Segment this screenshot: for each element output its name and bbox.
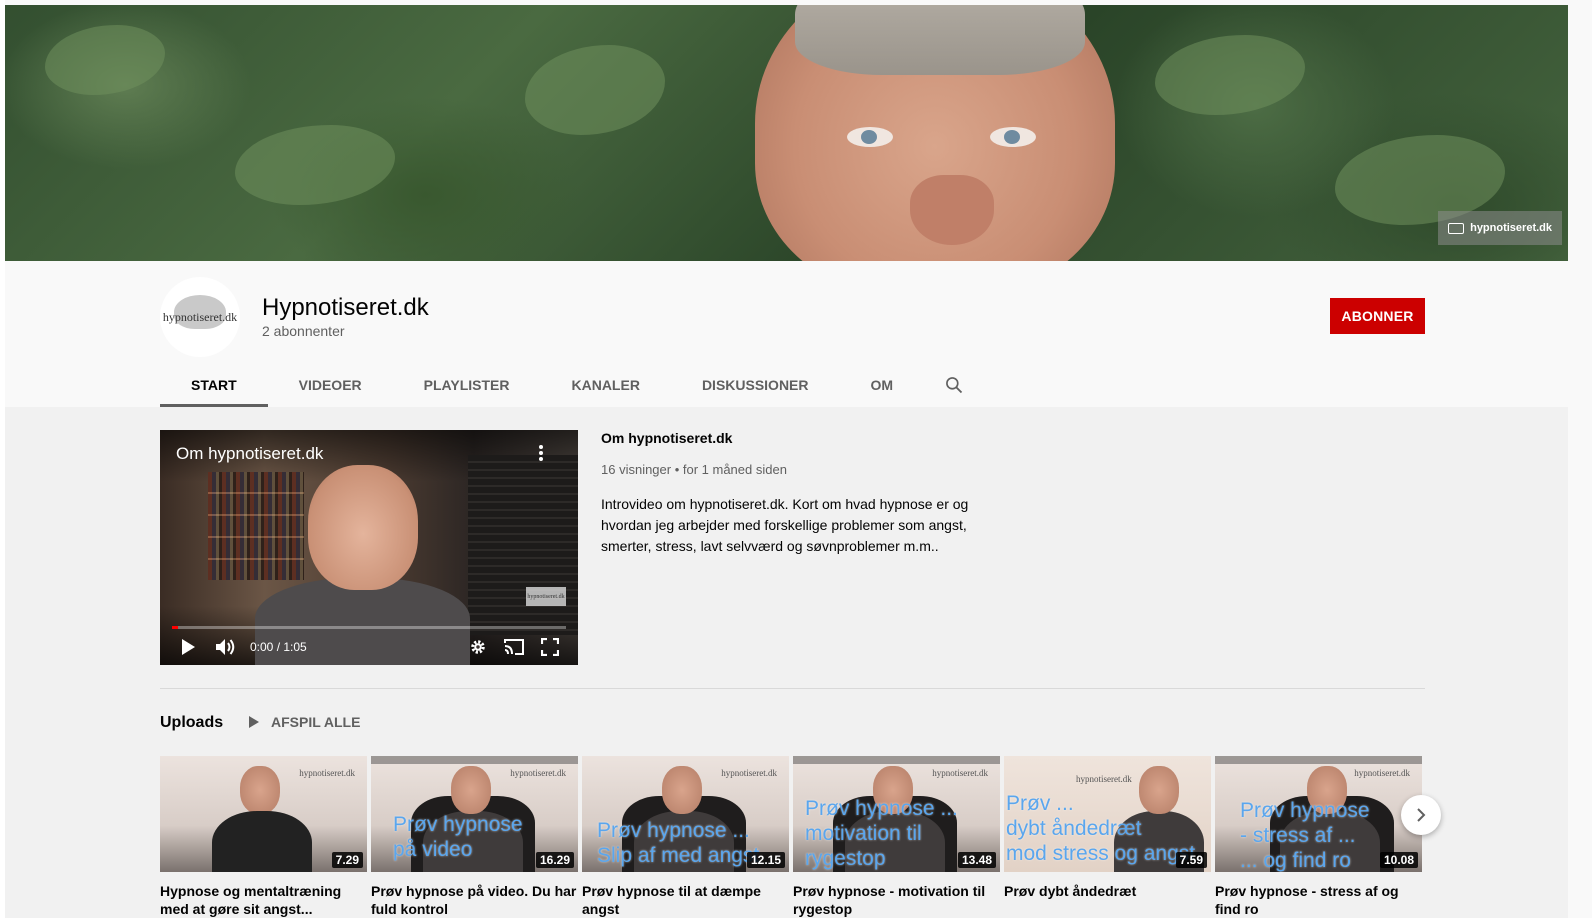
subscriber-count: 2 abonnenter (262, 323, 345, 339)
thumb-person-head (240, 766, 280, 814)
thumb-overlay-text: Prøv hypnose ... motivation til rygestop (805, 797, 958, 870)
thumb-person-head (662, 766, 702, 814)
channel-header: hypnotiseret.dk Hypnotiseret.dk 2 abonne… (5, 261, 1568, 407)
more-vert-icon[interactable] (534, 443, 548, 463)
tab-start[interactable]: START (160, 362, 268, 407)
video-card[interactable]: hypnotiseret.dk Prøv hypnose ... motivati… (793, 756, 1000, 918)
thumb-overlay-text: Prøv hypnose ... Slip af med angst (597, 819, 760, 867)
banner-hair (795, 5, 1085, 75)
shelf-next-button[interactable] (1401, 795, 1441, 835)
thumb-logo: hypnotiseret.dk (721, 768, 777, 778)
banner-watermark-text: hypnotiseret.dk (1470, 222, 1552, 234)
player-right-controls (466, 635, 562, 659)
video-card[interactable]: hypnotiseret.dk Prøv ... dybt åndedræt mod… (1004, 756, 1211, 918)
thumb-person-head (451, 766, 491, 814)
video-duration: 16.29 (535, 852, 574, 868)
cast-icon[interactable] (502, 635, 526, 659)
banner-eye-right (990, 127, 1036, 147)
video-duration: 7.29 (331, 852, 363, 868)
fullscreen-icon[interactable] (538, 635, 562, 659)
thumb-logo: hypnotiseret.dk (510, 768, 566, 778)
video-thumbnail[interactable]: hypnotiseret.dk Prøv ... dybt åndedræt mod… (1004, 756, 1211, 872)
video-card[interactable]: hypnotiseret.dk Prøv hypnose - stress af … (1215, 756, 1422, 918)
video-card[interactable]: hypnotiseret.dk Prøv hypnose på video 16.… (371, 756, 578, 918)
tab-videos[interactable]: VIDEOER (268, 362, 393, 407)
avatar-text: hypnotiseret.dk (162, 309, 238, 324)
section-divider (160, 688, 1425, 689)
tab-channels[interactable]: KANALER (540, 362, 670, 407)
video-title[interactable]: Prøv dybt åndedræt (1004, 882, 1211, 918)
channel-title: Hypnotiseret.dk (262, 294, 429, 321)
video-duration: 10.08 (1379, 852, 1418, 868)
player-title[interactable]: Om hypnotiseret.dk (176, 444, 323, 464)
thumb-person-body (212, 811, 312, 872)
volume-icon[interactable] (214, 635, 238, 659)
banner-watermark[interactable]: hypnotiseret.dk (1438, 211, 1562, 245)
banner-foliage (1155, 35, 1305, 115)
player-controls: 0:00 / 1:05 (160, 629, 578, 665)
featured-video-meta: 16 visninger • for 1 måned siden (601, 462, 787, 477)
subscribe-button[interactable]: ABONNER (1330, 298, 1425, 334)
banner-nose (910, 175, 994, 245)
thumb-logo: hypnotiseret.dk (299, 768, 355, 778)
player-watermark[interactable]: hypnotiseret.dk (526, 587, 566, 606)
thumb-overlay-text: Prøv hypnose på video (393, 813, 523, 861)
banner-foliage (525, 45, 665, 135)
video-title[interactable]: Prøv hypnose - motivation til rygestop (793, 882, 1000, 918)
uploads-shelf: hypnotiseret.dk 7.29 Hypnose og mentaltr… (160, 756, 1425, 918)
channel-banner: hypnotiseret.dk (5, 5, 1568, 261)
featured-video-title[interactable]: Om hypnotiseret.dk (601, 430, 981, 446)
tab-playlists[interactable]: PLAYLISTER (393, 362, 541, 407)
video-duration: 12.15 (746, 852, 785, 868)
chevron-right-icon (1417, 808, 1426, 822)
featured-video-player[interactable]: Om hypnotiseret.dk hypnotiseret.dk 0:00 … (160, 430, 578, 665)
featured-video-info: Om hypnotiseret.dk 16 visninger • for 1 … (601, 430, 981, 557)
player-bookshelf (208, 472, 304, 580)
thumb-topbar (1215, 756, 1422, 764)
thumb-topbar (371, 756, 578, 764)
thumb-logo: hypnotiseret.dk (1076, 774, 1132, 784)
video-title[interactable]: Prøv hypnose på video. Du har fuld kontr… (371, 882, 578, 918)
video-title[interactable]: Prøv hypnose - stress af og find ro (1215, 882, 1422, 918)
play-icon (249, 716, 259, 728)
thumb-topbar (793, 756, 1000, 764)
gear-icon[interactable] (466, 635, 490, 659)
banner-foliage (45, 25, 165, 95)
thumb-overlay-text: Prøv ... dybt åndedræt mod stress og angst (1006, 792, 1196, 865)
thumb-logo: hypnotiseret.dk (932, 768, 988, 778)
thumb-logo: hypnotiseret.dk (1354, 768, 1410, 778)
channel-tabs: START VIDEOER PLAYLISTER KANALER DISKUSS… (160, 362, 984, 407)
search-icon[interactable] (924, 362, 984, 407)
video-duration: 7.59 (1175, 852, 1207, 868)
thumb-overlay-text: Prøv hypnose - stress af ...... og find r… (1240, 799, 1370, 872)
featured-video-description: Introvideo om hypnotiseret.dk. Kort om h… (601, 496, 969, 554)
play-all-button[interactable]: AFSPIL ALLE (248, 714, 360, 730)
player-time: 0:00 / 1:05 (250, 640, 307, 654)
tab-discussions[interactable]: DISKUSSIONER (671, 362, 840, 407)
video-thumbnail[interactable]: hypnotiseret.dk Prøv hypnose ... motivati… (793, 756, 1000, 872)
banner-eye-left (847, 127, 893, 147)
video-duration: 13.48 (957, 852, 996, 868)
video-thumbnail[interactable]: hypnotiseret.dk Prøv hypnose ... Slip af … (582, 756, 789, 872)
banner-foliage (235, 125, 395, 205)
play-all-label: AFSPIL ALLE (271, 714, 361, 730)
video-title[interactable]: Hypnose og mentaltræning med at gøre sit… (160, 882, 367, 918)
uploads-title[interactable]: Uploads (160, 714, 223, 732)
video-card[interactable]: hypnotiseret.dk 7.29 Hypnose og mentaltr… (160, 756, 367, 918)
player-blinds (468, 455, 578, 635)
video-card[interactable]: hypnotiseret.dk Prøv hypnose ... Slip af … (582, 756, 789, 918)
player-person-head (308, 465, 418, 590)
channel-content: Om hypnotiseret.dk hypnotiseret.dk 0:00 … (5, 407, 1568, 918)
channel-avatar[interactable]: hypnotiseret.dk (160, 277, 240, 357)
video-thumbnail[interactable]: hypnotiseret.dk Prøv hypnose på video 16.… (371, 756, 578, 872)
video-title[interactable]: Prøv hypnose til at dæmpe angst (582, 882, 789, 918)
watermark-icon (1448, 222, 1465, 234)
youtube-channel-page: hypnotiseret.dk hypnotiseret.dk Hypnotis… (0, 0, 1592, 918)
video-thumbnail[interactable]: hypnotiseret.dk 7.29 (160, 756, 367, 872)
tab-about[interactable]: OM (840, 362, 925, 407)
play-icon[interactable] (176, 635, 200, 659)
video-thumbnail[interactable]: hypnotiseret.dk Prøv hypnose - stress af … (1215, 756, 1422, 872)
